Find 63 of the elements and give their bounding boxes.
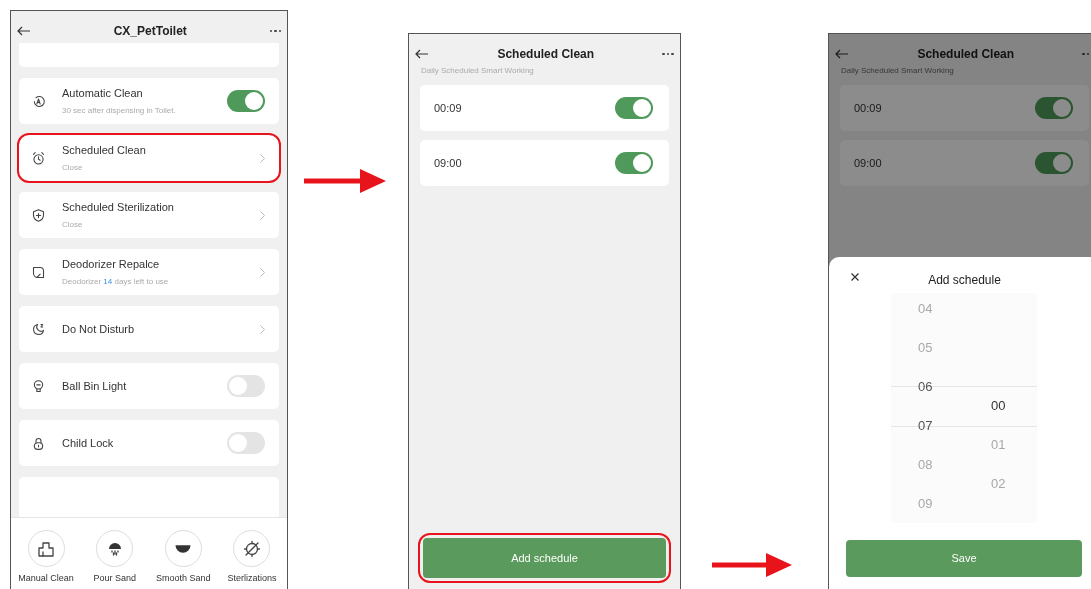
setting-subtitle: Close <box>62 161 84 174</box>
schedule-time: 09:00 <box>434 155 462 171</box>
toggle-switch[interactable] <box>615 97 653 119</box>
action-label: Smooth Sand <box>156 572 211 585</box>
schedule-row[interactable]: 09:00 <box>840 140 1089 186</box>
chevron-icon <box>260 324 265 334</box>
sheet-title: Add schedule <box>928 272 1001 289</box>
setting-row[interactable]: Scheduled Sterilization Close <box>19 192 279 238</box>
back-button[interactable] <box>835 49 849 59</box>
hour-option[interactable]: 07 <box>918 416 933 436</box>
setting-subtitle: Close <box>62 218 84 231</box>
schedule-time: 09:00 <box>854 155 882 171</box>
toggle-switch[interactable] <box>227 375 265 397</box>
chevron-icon <box>260 153 265 163</box>
setting-row[interactable]: Deodorizer Repalce Deodorizer 14 days left to use <box>19 249 279 295</box>
setting-label: Scheduled Sterilization <box>62 200 175 216</box>
alarm-clock-icon <box>31 150 46 166</box>
back-button[interactable] <box>415 49 429 59</box>
screen-title: Scheduled Clean <box>917 46 1015 63</box>
toggle-switch[interactable] <box>1035 97 1073 119</box>
setting-label: Ball Bin Light <box>62 378 128 394</box>
letter-a-circle-icon <box>31 93 46 109</box>
minute-option[interactable]: 00 <box>991 396 1006 416</box>
schedule-row[interactable]: 00:09 <box>420 85 669 131</box>
setting-label: Do Not Disturb <box>62 321 136 337</box>
action-label: Manual Clean <box>18 572 74 585</box>
close-button[interactable] <box>851 273 859 281</box>
time-picker[interactable]: 04 05 06 07 08 09 00 01 02 <box>891 293 1037 523</box>
setting-row[interactable]: Child Lock <box>19 420 279 466</box>
setting-row[interactable]: Automatic Clean 30 sec after dispensing in Toilet. <box>19 78 279 124</box>
setting-label: Automatic Clean <box>62 86 144 102</box>
back-button[interactable] <box>17 26 31 36</box>
screen-title: Scheduled Clean <box>497 46 595 63</box>
setting-label: Deodorizer Repalce <box>62 257 161 273</box>
schedule-row[interactable]: 09:00 <box>420 140 669 186</box>
schedule-time: 00:09 <box>434 100 462 116</box>
setting-row[interactable]: Scheduled Clean Close <box>19 135 279 181</box>
setting-row[interactable]: Ball Bin Light <box>19 363 279 409</box>
action-label: Sterlizations <box>227 572 277 585</box>
setting-subtitle: 30 sec after dispensing in Toilet. <box>62 104 177 117</box>
toggle-switch[interactable] <box>1035 152 1073 174</box>
light-bulb-icon <box>31 378 46 394</box>
schedule-row[interactable]: 00:09 <box>840 85 1089 131</box>
chevron-icon <box>260 267 265 277</box>
shield-icon <box>31 207 46 223</box>
setting-label: Child Lock <box>62 435 115 451</box>
schedule-time: 00:09 <box>854 100 882 116</box>
setting-label: Scheduled Clean <box>62 143 147 159</box>
screen-subtitle: Daily Scheduled Smart Working <box>840 65 955 77</box>
toggle-switch[interactable] <box>615 152 653 174</box>
padlock-icon <box>31 435 46 451</box>
bowl-icon <box>174 543 193 554</box>
hour-option[interactable]: 06 <box>918 377 933 397</box>
screen-title: CX_PetToilet <box>113 23 187 40</box>
screen-subtitle: Daily Scheduled Smart Working <box>420 65 535 77</box>
setting-subtitle: Deodorizer 14 days left to use <box>62 275 170 288</box>
crossed-germ-icon <box>242 539 261 558</box>
setting-row[interactable]: Do Not Disturb <box>19 306 279 352</box>
chevron-icon <box>260 210 265 220</box>
action-label: Pour Sand <box>93 572 136 585</box>
toggle-switch[interactable] <box>227 432 265 454</box>
moon-icon <box>31 321 46 337</box>
toggle-switch[interactable] <box>227 90 265 112</box>
